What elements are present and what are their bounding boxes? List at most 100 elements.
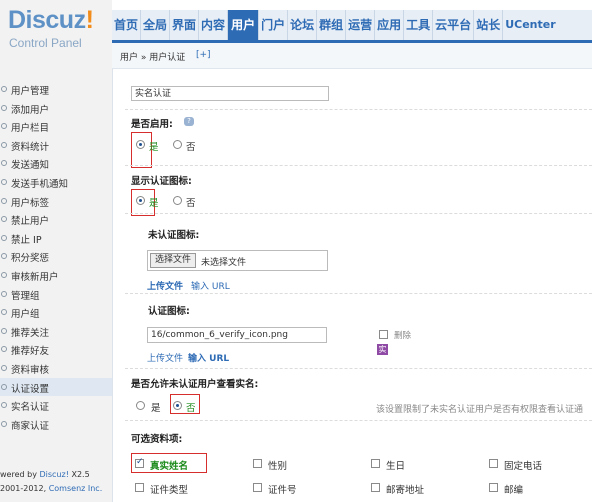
nav-tab-4[interactable]: 用户 (228, 10, 260, 40)
show-icon-label: 显示认证图标: (131, 176, 192, 187)
sidebar-item-label: 添加用户 (11, 104, 50, 116)
show-icon-yes-label: 是 (149, 198, 159, 209)
bullet-icon (1, 179, 7, 185)
sidebar-item-label: 资料审核 (11, 365, 50, 376)
sidebar-item[interactable]: 添加用户 (0, 99, 112, 117)
nav-tab-6[interactable]: 论坛 (288, 10, 318, 40)
field-checkbox[interactable] (253, 483, 262, 492)
upload-link-2[interactable]: 上传文件 (147, 351, 183, 364)
verified-icon-path-input[interactable]: 16/common_6_verify_icon.png (147, 327, 327, 343)
field-checkbox[interactable] (135, 457, 144, 468)
show-icon-no-radio[interactable] (173, 196, 182, 205)
footer-copyright: 2001-2012, Comsenz Inc. (0, 484, 103, 493)
enabled-yes-radio[interactable] (136, 140, 145, 149)
bullet-icon (1, 420, 7, 427)
sidebar-item[interactable]: 用户组 (0, 303, 112, 321)
input-url-link-2[interactable]: 输入 URL (188, 351, 229, 364)
allow-view-hint: 该设置限制了未实名认证用户是否有权限查看认证通 (376, 405, 584, 415)
bullet-icon (1, 253, 7, 260)
field-checkbox[interactable] (371, 459, 380, 468)
allow-view-no-radio[interactable] (173, 401, 182, 410)
divider (125, 213, 592, 214)
field-checkbox[interactable] (371, 483, 380, 492)
sidebar-item[interactable]: 商家认证 (0, 415, 112, 433)
field-label: 证件类型 (150, 485, 189, 496)
bullet-icon (1, 123, 7, 130)
sidebar-item-label: 资料统计 (11, 141, 50, 153)
sidebar-item-label: 发送手机通知 (11, 179, 69, 190)
sidebar-item-label: 实名认证 (11, 402, 50, 414)
input-url-link-1[interactable]: 输入 URL (191, 279, 230, 292)
sidebar-item[interactable]: 资料审核 (0, 359, 112, 377)
sidebar-item[interactable]: 积分奖惩 (0, 247, 112, 265)
bullet-icon (1, 141, 7, 148)
sidebar-item[interactable]: 禁止用户 (0, 210, 112, 228)
bullet-icon (1, 365, 7, 371)
bullet-icon (1, 104, 7, 111)
sidebar-item-label: 用户组 (11, 309, 40, 321)
sidebar-item[interactable]: 推荐关注 (0, 322, 112, 340)
sidebar-item-label: 禁止 IP (11, 234, 42, 246)
field-checkbox[interactable] (253, 459, 262, 468)
divider (125, 165, 592, 166)
divider (125, 109, 592, 110)
nav-tab-0[interactable]: 首页 (112, 10, 142, 40)
sidebar-item[interactable]: 资料统计 (0, 136, 112, 154)
sidebar-item-label: 商家认证 (11, 420, 50, 432)
breadcrumb-add-link[interactable]: [+] (196, 50, 211, 60)
nav-tab-1[interactable]: 全局 (141, 10, 171, 40)
logo: Discuz! Control Panel (0, 0, 112, 68)
breadcrumb: 用户 » 用户认证 [+] (112, 43, 592, 69)
nav-tab-12[interactable]: 站长 (474, 10, 504, 40)
enabled-label: 是否启用: (131, 119, 173, 130)
field-checkbox[interactable] (489, 459, 498, 468)
sidebar-item[interactable]: 推荐好友 (0, 340, 112, 358)
nav-tab-7[interactable]: 群组 (317, 10, 347, 40)
sidebar-item[interactable]: 发送手机通知 (0, 173, 112, 191)
sidebar-item[interactable]: 用户栏目 (0, 117, 112, 135)
sidebar-item[interactable]: 审核新用户 (0, 266, 112, 284)
upload-link-1[interactable]: 上传文件 (147, 279, 183, 292)
verify-icon-preview: 实 (377, 344, 388, 355)
nav-tab-3[interactable]: 内容 (199, 10, 229, 40)
nav-tab-11[interactable]: 云平台 (433, 10, 475, 40)
sidebar-item[interactable]: 禁止 IP (0, 229, 112, 247)
nav-tab-13[interactable]: UCenter (503, 10, 557, 40)
sidebar-item-label: 认证设置 (11, 383, 50, 395)
field-label: 邮寄地址 (386, 485, 425, 496)
sidebar-item[interactable]: 管理组 (0, 285, 112, 303)
delete-checkbox[interactable] (379, 330, 388, 339)
choose-file-button[interactable]: 选择文件 (150, 253, 197, 268)
nav-tab-8[interactable]: 运营 (346, 10, 376, 40)
field-label: 固定电话 (504, 461, 543, 472)
auth-name-input[interactable]: 实名认证 (131, 86, 329, 101)
bullet-icon (1, 309, 7, 316)
sidebar-item-label: 用户栏目 (11, 123, 50, 135)
show-icon-yes-radio[interactable] (136, 196, 145, 205)
no-file-text: 未选择文件 (201, 258, 247, 268)
nav-tab-9[interactable]: 应用 (375, 10, 405, 40)
bullet-icon (1, 197, 7, 204)
sidebar-item[interactable]: 实名认证 (0, 396, 112, 414)
sidebar-item[interactable]: 用户管理 (0, 80, 112, 98)
enabled-no-radio[interactable] (173, 140, 182, 149)
allow-view-no-label: 否 (186, 403, 196, 414)
sidebar-item-label: 管理组 (11, 290, 40, 302)
field-label: 真实姓名 (150, 461, 189, 472)
sidebar-item[interactable]: 认证设置 (0, 377, 112, 396)
nav-tab-2[interactable]: 界面 (170, 10, 200, 40)
nav-tab-5[interactable]: 门户 (259, 10, 289, 40)
field-checkbox[interactable] (489, 483, 498, 492)
sidebar-item-label: 用户管理 (11, 86, 50, 97)
bullet-icon (1, 290, 7, 297)
nav-tab-10[interactable]: 工具 (404, 10, 434, 40)
allow-view-yes-radio[interactable] (136, 401, 145, 410)
field-checkbox[interactable] (135, 483, 144, 492)
divider (125, 368, 592, 369)
sidebar-item-label: 用户标签 (11, 197, 50, 209)
help-icon[interactable]: ? (184, 117, 194, 126)
fields-label: 可选资料项: (131, 434, 183, 445)
sidebar-item[interactable]: 用户标签 (0, 192, 112, 210)
sidebar-item[interactable]: 发送通知 (0, 154, 112, 172)
sidebar-item-label: 推荐好友 (11, 346, 50, 358)
